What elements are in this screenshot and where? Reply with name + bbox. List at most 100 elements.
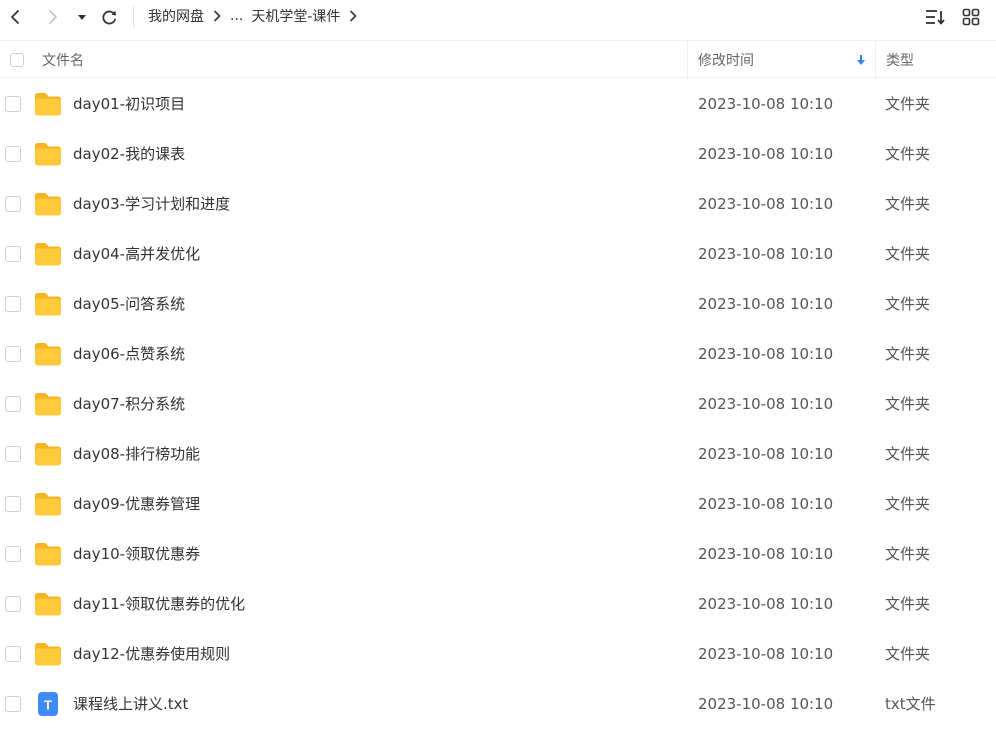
checkbox[interactable] — [5, 646, 21, 662]
file-row[interactable]: day02-我的课表 2023-10-08 10:10 文件夹 — [0, 129, 996, 179]
file-name[interactable]: day11-领取优惠券的优化 — [73, 579, 245, 629]
row-checkbox[interactable] — [5, 96, 21, 112]
file-name[interactable]: day08-排行榜功能 — [73, 429, 200, 479]
select-all-checkbox[interactable] — [10, 41, 24, 79]
column-name[interactable]: 文件名 — [42, 41, 84, 79]
file-row[interactable]: day11-领取优惠券的优化 2023-10-08 10:10 文件夹 — [0, 579, 996, 629]
row-checkbox[interactable] — [5, 146, 21, 162]
breadcrumb-root[interactable]: 我的网盘 — [148, 6, 204, 26]
file-modified-time: 2023-10-08 10:10 — [698, 445, 834, 463]
checkbox[interactable] — [5, 246, 21, 262]
file-row[interactable]: day03-学习计划和进度 2023-10-08 10:10 文件夹 — [0, 179, 996, 229]
back-button[interactable] — [2, 4, 28, 30]
sort-descending-icon[interactable] — [856, 41, 866, 79]
file-type: 文件夹 — [885, 495, 931, 513]
file-modified-time: 2023-10-08 10:10 — [698, 145, 834, 163]
file-modified-time: 2023-10-08 10:10 — [698, 495, 834, 513]
file-name[interactable]: day01-初识项目 — [73, 79, 185, 129]
checkbox[interactable] — [5, 496, 21, 512]
file-row[interactable]: day08-排行榜功能 2023-10-08 10:10 文件夹 — [0, 429, 996, 479]
column-divider[interactable] — [875, 41, 876, 79]
folder-icon — [34, 91, 62, 117]
checkbox[interactable] — [5, 96, 21, 112]
folder-icon — [34, 191, 62, 217]
column-divider[interactable] — [687, 41, 688, 79]
checkbox[interactable] — [5, 596, 21, 612]
checkbox[interactable] — [5, 446, 21, 462]
file-row[interactable]: day10-领取优惠券 2023-10-08 10:10 文件夹 — [0, 529, 996, 579]
row-checkbox[interactable] — [5, 246, 21, 262]
row-checkbox[interactable] — [5, 546, 21, 562]
row-checkbox[interactable] — [5, 296, 21, 312]
file-name[interactable]: 课程线上讲义.txt — [73, 679, 188, 729]
forward-button[interactable] — [40, 4, 66, 30]
folder-icon — [34, 291, 62, 317]
row-checkbox[interactable] — [5, 696, 21, 712]
sort-button[interactable] — [922, 4, 948, 30]
file-row[interactable]: day04-高并发优化 2023-10-08 10:10 文件夹 — [0, 229, 996, 279]
file-row[interactable]: T 课程线上讲义.txt 2023-10-08 10:10 txt文件 — [0, 679, 996, 729]
row-checkbox[interactable] — [5, 396, 21, 412]
toolbar-divider — [133, 6, 134, 28]
file-type: 文件夹 — [885, 445, 931, 463]
file-row[interactable]: day05-问答系统 2023-10-08 10:10 文件夹 — [0, 279, 996, 329]
column-modified[interactable]: 修改时间 — [698, 41, 754, 79]
checkbox[interactable] — [5, 146, 21, 162]
file-name[interactable]: day07-积分系统 — [73, 379, 185, 429]
file-list-header: 文件名 修改时间 类型 — [0, 40, 996, 79]
file-name[interactable]: day03-学习计划和进度 — [73, 179, 230, 229]
row-checkbox[interactable] — [5, 646, 21, 662]
chevron-right-icon[interactable] — [349, 10, 357, 22]
file-type: 文件夹 — [885, 95, 931, 113]
row-checkbox[interactable] — [5, 596, 21, 612]
file-name[interactable]: day04-高并发优化 — [73, 229, 200, 279]
checkbox[interactable] — [10, 53, 24, 67]
toolbar: 我的网盘 ... 天机学堂-课件 — [0, 0, 996, 34]
folder-icon — [34, 491, 62, 517]
file-type: 文件夹 — [885, 545, 931, 563]
file-row[interactable]: day09-优惠券管理 2023-10-08 10:10 文件夹 — [0, 479, 996, 529]
breadcrumb-current[interactable]: 天机学堂-课件 — [251, 6, 340, 26]
file-name[interactable]: day02-我的课表 — [73, 129, 185, 179]
file-type: 文件夹 — [885, 345, 931, 363]
file-name[interactable]: day10-领取优惠券 — [73, 529, 200, 579]
checkbox[interactable] — [5, 196, 21, 212]
file-name[interactable]: day12-优惠券使用规则 — [73, 629, 230, 679]
checkbox[interactable] — [5, 296, 21, 312]
checkbox[interactable] — [5, 396, 21, 412]
file-row[interactable]: day06-点赞系统 2023-10-08 10:10 文件夹 — [0, 329, 996, 379]
folder-icon — [34, 591, 62, 617]
folder-icon — [34, 141, 62, 167]
file-modified-time: 2023-10-08 10:10 — [698, 645, 834, 663]
sort-icon — [924, 8, 946, 26]
row-checkbox[interactable] — [5, 346, 21, 362]
file-type: 文件夹 — [885, 195, 931, 213]
file-name[interactable]: day06-点赞系统 — [73, 329, 185, 379]
checkbox[interactable] — [5, 696, 21, 712]
folder-icon — [34, 241, 62, 267]
history-dropdown-icon — [77, 12, 87, 22]
checkbox[interactable] — [5, 546, 21, 562]
file-row[interactable]: day07-积分系统 2023-10-08 10:10 文件夹 — [0, 379, 996, 429]
folder-icon — [34, 391, 62, 417]
grid-view-button[interactable] — [958, 4, 984, 30]
file-modified-time: 2023-10-08 10:10 — [698, 95, 834, 113]
breadcrumb-ellipsis[interactable]: ... — [230, 8, 243, 24]
row-checkbox[interactable] — [5, 196, 21, 212]
file-modified-time: 2023-10-08 10:10 — [698, 395, 834, 413]
file-modified-time: 2023-10-08 10:10 — [698, 345, 834, 363]
chevron-right-icon — [213, 10, 221, 22]
file-row[interactable]: day01-初识项目 2023-10-08 10:10 文件夹 — [0, 79, 996, 129]
file-name[interactable]: day05-问答系统 — [73, 279, 185, 329]
file-modified-time: 2023-10-08 10:10 — [698, 295, 834, 313]
checkbox[interactable] — [5, 346, 21, 362]
file-row[interactable]: day12-优惠券使用规则 2023-10-08 10:10 文件夹 — [0, 629, 996, 679]
history-dropdown-button[interactable] — [70, 4, 94, 30]
row-checkbox[interactable] — [5, 496, 21, 512]
row-checkbox[interactable] — [5, 446, 21, 462]
refresh-button[interactable] — [96, 4, 122, 30]
column-type[interactable]: 类型 — [886, 41, 914, 79]
file-type: 文件夹 — [885, 295, 931, 313]
file-modified-time: 2023-10-08 10:10 — [698, 595, 834, 613]
file-name[interactable]: day09-优惠券管理 — [73, 479, 200, 529]
